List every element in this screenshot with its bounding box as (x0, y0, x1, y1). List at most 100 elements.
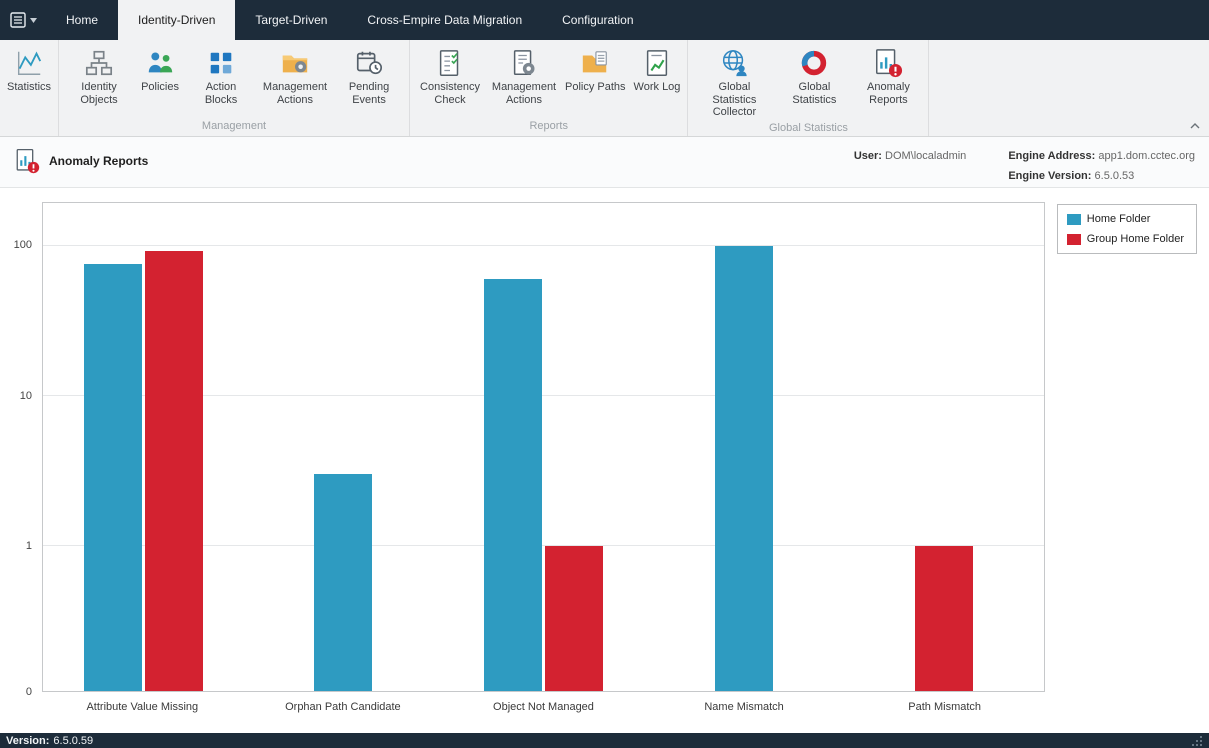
bar-attribute-value-missing-home-folder (84, 264, 142, 691)
ribbon-button-label: Statistics (7, 81, 51, 94)
bar-object-not-managed-home-folder (484, 279, 542, 691)
ribbon-button-label: Work Log (634, 81, 681, 94)
ribbon-group-items: Consistency Check Management Actions Polic… (413, 43, 684, 119)
ribbon-button-label: Anomaly Reports (855, 81, 921, 106)
action-blocks-button[interactable]: Action Blocks (184, 43, 258, 108)
category-slot-path-mismatch (844, 203, 1044, 691)
version-label: Version: (6, 735, 49, 747)
ribbon-group-items: Identity Objects Policies Action Blocks Man… (62, 43, 406, 119)
action-blocks-icon (206, 48, 236, 78)
bar-slots (43, 203, 1044, 691)
anomaly-reports-icon (873, 48, 903, 78)
menu-tab-target-driven[interactable]: Target-Driven (235, 0, 347, 40)
category-slot-name-mismatch (644, 203, 844, 691)
bar-name-mismatch-home-folder (715, 246, 773, 691)
category-slot-object-not-managed (443, 203, 643, 691)
management-actions-icon (280, 48, 310, 78)
category-slot-orphan-path-candidate (243, 203, 443, 691)
page-header: Anomaly Reports User: DOM\localadmin Eng… (0, 137, 1209, 188)
x-tick-label-name-mismatch: Name Mismatch (644, 699, 845, 713)
ribbon-group-reports: Consistency Check Management Actions Polic… (410, 40, 688, 136)
ribbon-button-label: Policies (141, 81, 179, 94)
version-info: Version: 6.5.0.59 (6, 735, 93, 747)
engine-address-value: app1.dom.cctec.org (1098, 150, 1195, 162)
global-statistics-icon (799, 48, 829, 78)
legend-label: Group Home Folder (1087, 233, 1184, 245)
ribbon-group-label: Management (62, 119, 406, 136)
menu-tabs: HomeIdentity-DrivenTarget-DrivenCross-Em… (46, 0, 654, 40)
chart-legend: Home Folder Group Home Folder (1057, 204, 1197, 254)
management-actions-button[interactable]: Management Actions (258, 43, 332, 108)
app-menu-button[interactable] (0, 0, 46, 40)
engine-info: Engine Address: app1.dom.cctec.org Engin… (1008, 146, 1195, 186)
menu-tab-configuration[interactable]: Configuration (542, 0, 653, 40)
ribbon-groups: Statistics Identity Objects Policies Action… (0, 40, 929, 136)
engine-address-row: Engine Address: app1.dom.cctec.org (1008, 146, 1195, 166)
identity-objects-button[interactable]: Identity Objects (62, 43, 136, 108)
ribbon: Statistics Identity Objects Policies Action… (0, 40, 1209, 137)
ribbon-button-label: Management Actions (262, 81, 328, 106)
version-value: 6.5.0.59 (53, 735, 93, 747)
ribbon-button-label: Action Blocks (188, 81, 254, 106)
category-slot-attribute-value-missing (43, 203, 243, 691)
global-statistics-collector-icon (719, 48, 749, 78)
ribbon-group-items: Statistics (3, 43, 55, 131)
management-actions-report-button[interactable]: Management Actions (487, 43, 561, 108)
user-label: User: (854, 150, 882, 162)
statistics-icon (14, 48, 44, 78)
engine-address-label: Engine Address: (1008, 150, 1095, 162)
anomaly-reports-button[interactable]: Anomaly Reports (851, 43, 925, 108)
identity-objects-icon (84, 48, 114, 78)
ribbon-button-label: Management Actions (491, 81, 557, 106)
pending-events-button[interactable]: Pending Events (332, 43, 406, 108)
ribbon-group-label: Reports (413, 119, 684, 136)
app-window: HomeIdentity-DrivenTarget-DrivenCross-Em… (0, 0, 1209, 748)
engine-version-label: Engine Version: (1008, 170, 1091, 182)
policy-paths-icon (580, 48, 610, 78)
work-log-button[interactable]: Work Log (630, 43, 685, 96)
engine-version-row: Engine Version: 6.5.0.53 (1008, 166, 1195, 186)
ribbon-group-statistics: Statistics (0, 40, 59, 136)
policies-icon (145, 48, 175, 78)
ribbon-button-label: Identity Objects (66, 81, 132, 106)
ribbon-group-label: Global Statistics (691, 121, 925, 138)
bar-object-not-managed-group-home-folder (545, 546, 603, 691)
ribbon-button-label: Pending Events (336, 81, 402, 106)
global-statistics-collector-button[interactable]: Global Statistics Collector (691, 43, 777, 121)
y-axis-labels: 0110100 (2, 202, 38, 692)
x-tick-label-attribute-value-missing: Attribute Value Missing (42, 699, 243, 713)
user-info: User: DOM\localadmin (854, 146, 967, 166)
ribbon-button-label: Global Statistics (781, 81, 847, 106)
x-axis-labels: Attribute Value MissingOrphan Path Candi… (42, 699, 1045, 713)
menu-tab-cross-empire-data-migration[interactable]: Cross-Empire Data Migration (347, 0, 542, 40)
app-menu-caret-icon (30, 18, 37, 23)
management-actions-report-icon (509, 48, 539, 78)
legend-swatch (1067, 234, 1081, 245)
bar-orphan-path-candidate-home-folder (314, 474, 372, 691)
pending-events-icon (354, 48, 384, 78)
resize-grip[interactable] (1191, 735, 1203, 747)
legend-item-home-folder: Home Folder (1067, 213, 1184, 225)
legend-swatch (1067, 214, 1081, 225)
ribbon-button-label: Global Statistics Collector (695, 81, 773, 119)
bar-attribute-value-missing-group-home-folder (145, 251, 203, 691)
chart-area: 0110100 Attribute Value MissingOrphan Pa… (0, 188, 1209, 733)
legend-label: Home Folder (1087, 213, 1151, 225)
ribbon-collapse-button[interactable] (1188, 120, 1202, 132)
ribbon-button-label: Consistency Check (417, 81, 483, 106)
policy-paths-button[interactable]: Policy Paths (561, 43, 630, 96)
user-value: DOM\localadmin (885, 150, 966, 162)
x-tick-label-path-mismatch: Path Mismatch (844, 699, 1045, 713)
menu-tab-identity-driven[interactable]: Identity-Driven (118, 0, 235, 40)
legend-item-group-home-folder: Group Home Folder (1067, 233, 1184, 245)
consistency-check-button[interactable]: Consistency Check (413, 43, 487, 108)
global-statistics-button[interactable]: Global Statistics (777, 43, 851, 108)
statistics-button[interactable]: Statistics (3, 43, 55, 96)
work-log-icon (642, 48, 672, 78)
y-tick-label: 10 (20, 390, 32, 402)
ribbon-button-label: Policy Paths (565, 81, 626, 94)
policies-button[interactable]: Policies (136, 43, 184, 96)
menu-tab-home[interactable]: Home (46, 0, 118, 40)
ribbon-group-management: Identity Objects Policies Action Blocks Man… (59, 40, 410, 136)
plot-area (42, 202, 1045, 692)
